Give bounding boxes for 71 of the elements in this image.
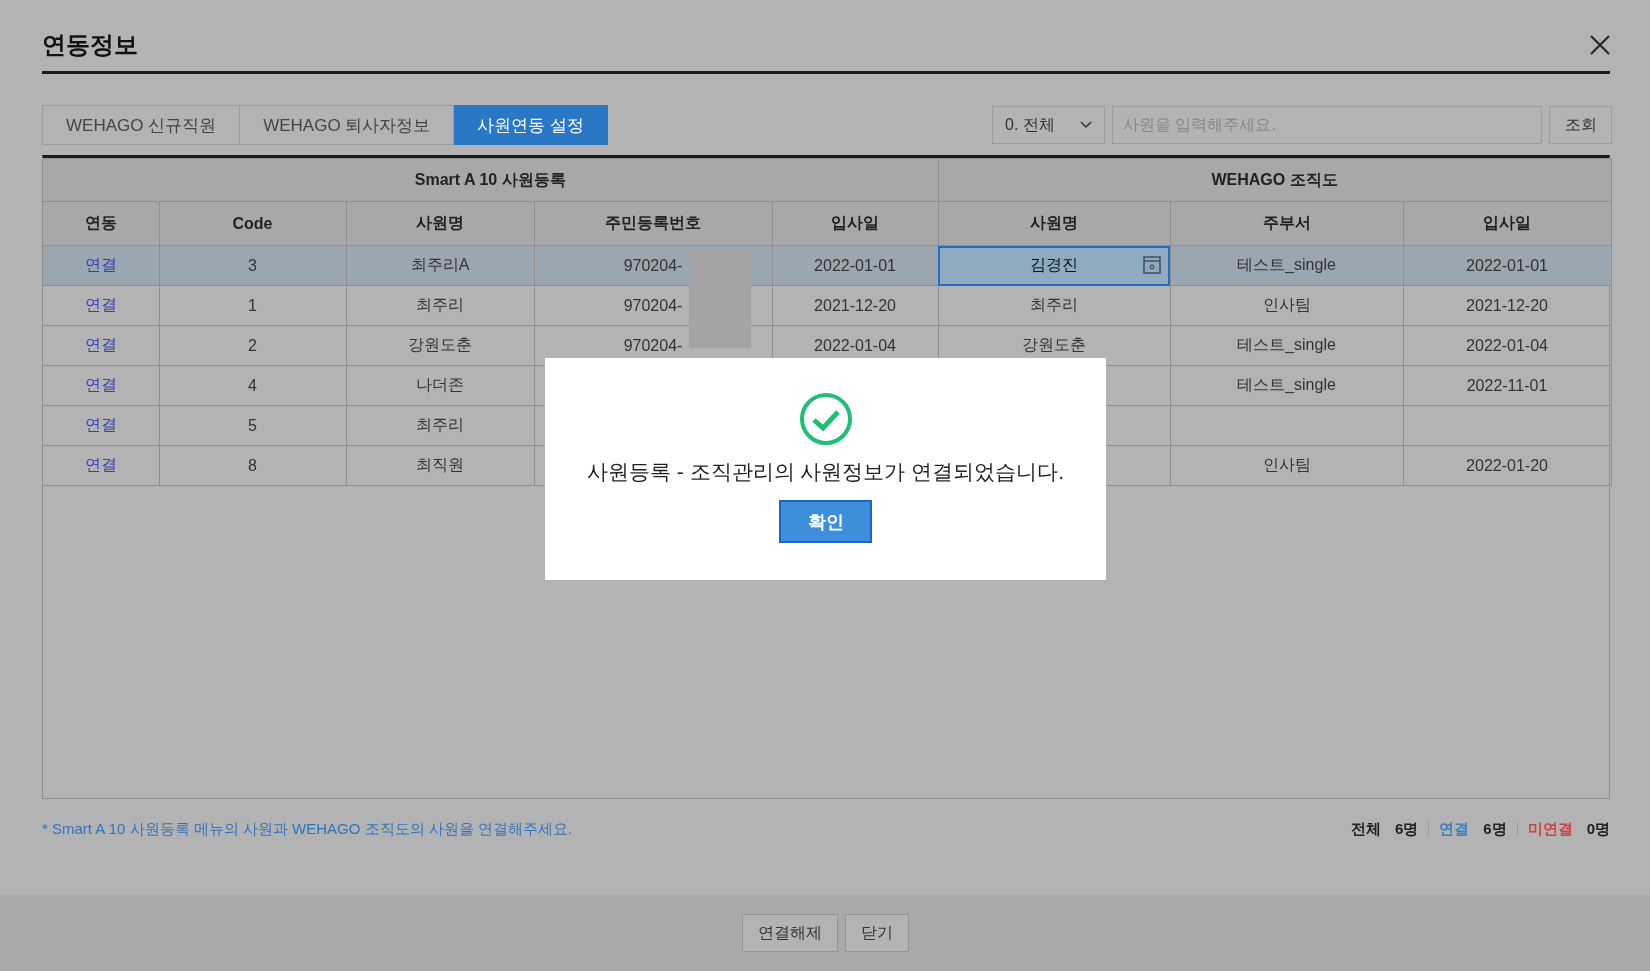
table-row[interactable]: 연결 3 최주리A 970204- 2022-01-01 김경진 테스트_single 2022-01-01: [43, 245, 1612, 286]
footer-button[interactable]: 연결해제: [741, 914, 838, 952]
link-cell[interactable]: 연결: [84, 456, 117, 473]
summary-count: 6명: [1483, 819, 1507, 839]
table-cell: 최직원: [416, 456, 464, 473]
table-cell: 테스트_single: [1237, 336, 1336, 353]
table-cell: 2022-01-04: [814, 336, 896, 354]
success-check-icon: [798, 392, 853, 446]
calendar-icon[interactable]: [1142, 256, 1161, 274]
summary-label: 미연결: [1527, 819, 1573, 839]
close-icon[interactable]: [1590, 34, 1610, 55]
group-header: WEHAGO 조직도: [938, 158, 1612, 202]
table-cell: 2022-11-01: [1466, 376, 1548, 394]
filter-dropdown[interactable]: 0. 전체: [992, 106, 1105, 144]
table-cell: 강원도춘: [1022, 336, 1086, 353]
link-cell[interactable]: 연결: [84, 296, 117, 313]
separator: [1428, 822, 1430, 836]
dialog-message: 사원등록 - 조직관리의 사원정보가 연결되었습니다.: [586, 459, 1065, 485]
tab[interactable]: WEHAGO 신규직원: [42, 105, 241, 145]
confirm-button[interactable]: 확인: [779, 500, 872, 543]
column-header: 사원명: [938, 201, 1170, 246]
table-cell: 1: [248, 296, 257, 314]
summary-label: 전체: [1350, 819, 1381, 839]
table-cell: 테스트_single: [1237, 256, 1336, 273]
column-header: 주부서: [1170, 201, 1403, 246]
table-cell: 970204-: [623, 296, 683, 314]
window-title: 연동정보: [42, 29, 138, 60]
link-cell[interactable]: 연결: [84, 336, 117, 353]
table-cell: 테스트_single: [1237, 376, 1336, 393]
summary-label: 연결: [1439, 819, 1470, 839]
column-header: 주민등록번호: [534, 201, 772, 246]
table-cell: 인사팀: [1262, 296, 1311, 313]
table-cell: 2021-12-20: [814, 296, 896, 314]
table-cell: 최주리: [1030, 296, 1078, 313]
table-cell: 970204-: [623, 336, 683, 354]
table-cell: 최주리: [416, 416, 464, 433]
table-cell: 최주리A: [410, 256, 470, 273]
table-cell: 강원도춘: [408, 336, 472, 353]
table-cell: 나더존: [416, 376, 464, 393]
separator: [1516, 822, 1518, 836]
table-cell: 2022-01-01: [1466, 256, 1548, 274]
column-header: Code: [159, 201, 346, 246]
group-header: Smart A 10 사원등록: [43, 158, 938, 202]
table-cell: 2021-12-20: [1466, 296, 1548, 314]
link-cell[interactable]: 연결: [84, 376, 117, 393]
table-cell: 최주리: [416, 296, 464, 313]
table-cell: 김경진: [1030, 256, 1078, 273]
table-cell: 5: [248, 416, 257, 434]
hint-text: * Smart A 10 사원등록 메뉴의 사원과 WEHAGO 조직도의 사원을 연결해주세요.: [42, 819, 573, 839]
chevron-icon: [1080, 121, 1092, 129]
table-cell: 2022-01-04: [1466, 336, 1548, 354]
column-header: 입사일: [1403, 201, 1612, 246]
summary-count: 0명: [1586, 819, 1610, 839]
link-cell[interactable]: 연결: [84, 416, 117, 433]
column-header: 사원명: [346, 201, 534, 246]
link-cell[interactable]: 연결: [84, 256, 117, 273]
table-cell: 4: [248, 376, 257, 394]
table-cell: 2: [248, 336, 257, 354]
search-button[interactable]: 조회: [1549, 106, 1612, 144]
table-cell: 2022-01-01: [814, 256, 896, 274]
table-cell: 8: [248, 456, 257, 474]
tab[interactable]: WEHAGO 퇴사자정보: [240, 105, 455, 145]
table-cell: 3: [248, 256, 257, 274]
column-header: 연동: [43, 201, 159, 246]
tab[interactable]: 사원연동 설정: [454, 105, 609, 145]
table-cell: 인사팀: [1262, 456, 1311, 473]
table-cell: 970204-: [623, 256, 683, 274]
column-header: 입사일: [772, 201, 938, 246]
table-cell: 2022-01-20: [1466, 456, 1548, 474]
footer-button[interactable]: 닫기: [844, 914, 909, 952]
summary-count: 6명: [1394, 819, 1419, 839]
